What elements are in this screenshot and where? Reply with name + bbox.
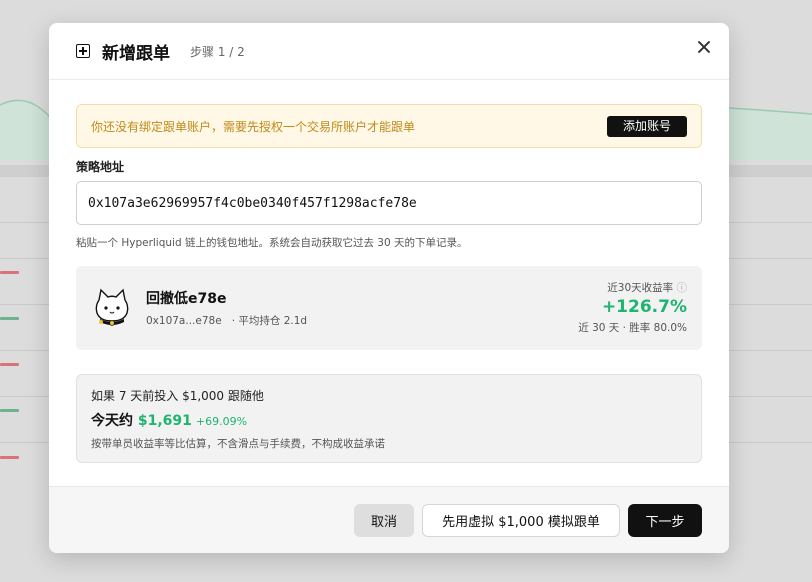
modal-footer: 取消 先用虚拟 $1,000 模拟跟单 下一步 xyxy=(49,486,729,553)
close-icon[interactable] xyxy=(693,36,715,58)
address-label: 策略地址 xyxy=(76,160,125,174)
modal-header: 新增跟单 步骤 1 / 2 xyxy=(49,23,729,80)
modal-title: 新增跟单 xyxy=(102,43,170,64)
trader-avg-hold: · 平均持仓 2.1d xyxy=(231,315,308,327)
trader-meta: 0x107a...e78e · 平均持仓 2.1d xyxy=(146,313,307,328)
simulation-card: 如果 7 天前投入 $1,000 跟随他 今天约 $1,691 +69.09% 按… xyxy=(76,374,702,463)
simulation-pct: +69.09% xyxy=(195,415,248,428)
cat-avatar-icon xyxy=(95,288,129,326)
background-bar xyxy=(0,271,19,274)
account-notice: 你还没有绑定跟单账户，需要先授权一个交易所账户才能跟单 添加账号 xyxy=(76,104,702,148)
trader-info: 回撤低e78e 0x107a...e78e · 平均持仓 2.1d xyxy=(146,288,307,328)
modal-body: 你还没有绑定跟单账户，需要先授权一个交易所账户才能跟单 添加账号 策略地址 0x… xyxy=(49,80,729,463)
trader-address: 0x107a...e78e xyxy=(146,315,222,327)
trader-name: 回撤低e78e xyxy=(146,291,227,307)
simulation-amount: $1,691 xyxy=(137,413,192,429)
next-step-button[interactable]: 下一步 xyxy=(628,503,702,537)
trader-card[interactable]: 回撤低e78e 0x107a...e78e · 平均持仓 2.1d 近30天收益… xyxy=(76,266,702,350)
win-rate: 近 30 天 · 胜率 80.0% xyxy=(578,322,687,334)
return-label-text: 近30天收益率 xyxy=(607,282,674,294)
add-account-button[interactable]: 添加账号 xyxy=(606,115,687,137)
simulation-result: 今天约 $1,691 +69.09% xyxy=(91,410,687,430)
strategy-address-input[interactable]: 0x107a3e62969957f4c0be0340f457f1298acfe7… xyxy=(76,181,702,225)
new-copy-trade-modal: 新增跟单 步骤 1 / 2 你还没有绑定跟单账户，需要先授权一个交易所账户才能跟… xyxy=(49,23,729,553)
notice-text: 你还没有绑定跟单账户，需要先授权一个交易所账户才能跟单 xyxy=(91,119,416,134)
background-bar xyxy=(0,317,19,320)
background-bar xyxy=(0,409,19,412)
info-icon[interactable]: ⓘ xyxy=(677,282,688,294)
simulation-question: 如果 7 天前投入 $1,000 跟随他 xyxy=(91,389,264,403)
background-bar xyxy=(0,363,19,366)
simulation-note: 按带单员收益率等比估算，不含滑点与手续费，不构成收益承诺 xyxy=(91,438,385,450)
cancel-button[interactable]: 取消 xyxy=(354,503,414,537)
address-hint: 粘贴一个 Hyperliquid 链上的钱包地址。系统会自动获取它过去 30 天… xyxy=(76,237,468,249)
today-label: 今天约 xyxy=(91,413,133,429)
return-label: 近30天收益率 ⓘ xyxy=(578,280,687,295)
background-bar xyxy=(0,456,19,459)
return-value: +126.7% xyxy=(601,297,687,317)
trader-stats: 近30天收益率 ⓘ +126.7% 近 30 天 · 胜率 80.0% xyxy=(578,280,687,335)
demo-copy-button[interactable]: 先用虚拟 $1,000 模拟跟单 xyxy=(422,503,620,537)
step-indicator: 步骤 1 / 2 xyxy=(190,44,245,59)
plus-square-icon xyxy=(76,44,90,58)
